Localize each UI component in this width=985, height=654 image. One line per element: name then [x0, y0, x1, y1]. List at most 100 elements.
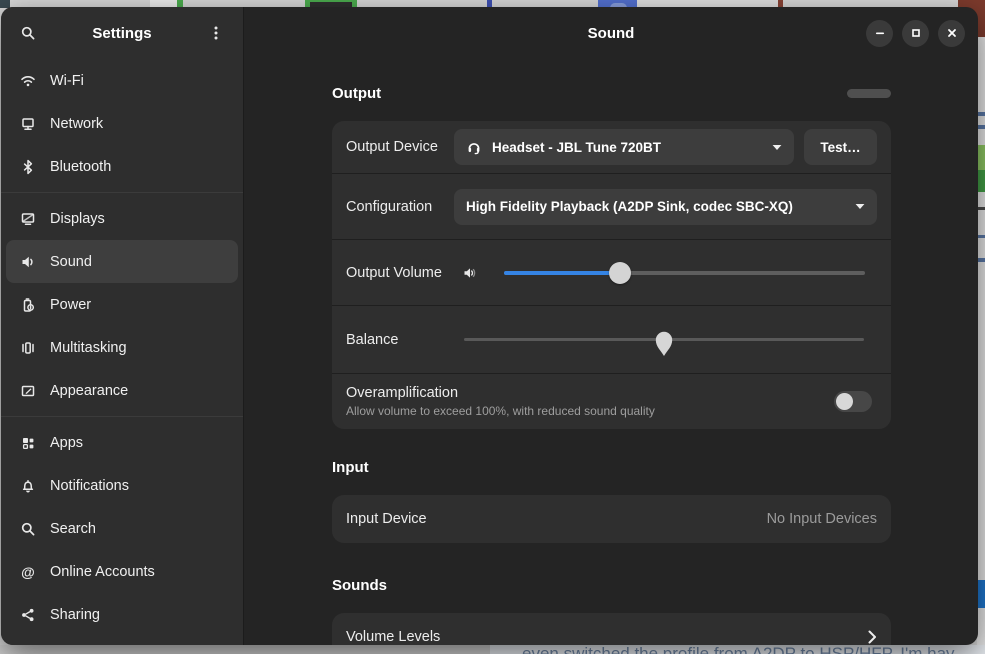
sidebar: Settings Wi-Fi Network Bluetooth	[1, 7, 244, 645]
bg-text-mark-3	[977, 207, 985, 210]
output-level-indicator	[847, 89, 891, 98]
sounds-heading: Sounds	[332, 577, 387, 594]
minimize-icon	[874, 27, 886, 39]
volume-slider-handle[interactable]	[609, 262, 631, 284]
sidebar-item-bluetooth[interactable]: Bluetooth	[6, 145, 238, 188]
bg-text-mark-5	[977, 258, 985, 262]
sidebar-item-displays[interactable]: Displays	[6, 197, 238, 240]
speaker-low-icon	[462, 265, 478, 281]
output-section: Output Output Device Headset - JBL Tune …	[332, 85, 891, 429]
overamplification-text: Overamplification Allow volume to exceed…	[346, 385, 655, 418]
volume-levels-row[interactable]: Volume Levels	[332, 613, 891, 645]
sidebar-item-label: Appearance	[50, 383, 128, 399]
sidebar-item-label: Online Accounts	[50, 564, 155, 580]
sidebar-item-apps[interactable]: Apps	[6, 421, 238, 464]
input-device-label: Input Device	[346, 511, 454, 527]
bg-lightgreen-block	[977, 145, 985, 170]
dropdown-caret-icon	[845, 203, 865, 210]
overamplification-title: Overamplification	[346, 385, 655, 401]
output-heading: Output	[332, 85, 381, 102]
bg-bottom-left-strip	[0, 645, 490, 654]
headset-icon	[466, 139, 482, 155]
close-button[interactable]	[938, 20, 965, 47]
input-section: Input Input Device No Input Devices	[332, 459, 891, 543]
sidebar-divider	[1, 192, 243, 193]
share-icon	[20, 607, 36, 623]
overamplification-subtitle: Allow volume to exceed 100%, with reduce…	[346, 404, 655, 418]
sidebar-item-label: Bluetooth	[50, 159, 111, 175]
output-device-value: Headset - JBL Tune 720BT	[492, 140, 661, 155]
search-button[interactable]	[11, 16, 45, 50]
output-volume-slider[interactable]	[504, 271, 865, 275]
balance-label: Balance	[346, 332, 454, 348]
sidebar-item-notifications[interactable]: Notifications	[6, 464, 238, 507]
overamplification-row: Overamplification Allow volume to exceed…	[332, 373, 891, 429]
sidebar-item-power[interactable]: Power	[6, 283, 238, 326]
maximize-button[interactable]	[902, 20, 929, 47]
test-speakers-button[interactable]: Test…	[804, 129, 877, 165]
output-device-dropdown[interactable]: Headset - JBL Tune 720BT	[454, 129, 794, 165]
sidebar-item-label: Apps	[50, 435, 83, 451]
overamplification-toggle[interactable]	[834, 391, 872, 412]
input-heading: Input	[332, 459, 369, 476]
settings-window: Settings Wi-Fi Network Bluetooth	[1, 7, 978, 645]
sound-panel: Sound Output	[244, 7, 978, 645]
output-section-header: Output	[332, 85, 891, 101]
bg-right-strip	[977, 0, 985, 654]
apps-icon	[20, 435, 36, 451]
sidebar-title: Settings	[45, 25, 199, 42]
sidebar-item-label: Network	[50, 116, 103, 132]
bg-text-mark-2	[977, 125, 985, 129]
configuration-value: High Fidelity Playback (A2DP Sink, codec…	[466, 199, 793, 214]
sidebar-item-network[interactable]: Network	[6, 102, 238, 145]
sounds-card: Volume Levels	[332, 613, 891, 645]
output-device-label: Output Device	[346, 139, 454, 155]
sounds-section: Sounds Volume Levels	[332, 577, 891, 645]
sidebar-item-online-accounts[interactable]: @ Online Accounts	[6, 550, 238, 593]
bg-green-block	[977, 170, 985, 192]
sidebar-item-label: Search	[50, 521, 96, 537]
toggle-knob	[836, 393, 853, 410]
scroll-area[interactable]: Output Output Device Headset - JBL Tune …	[244, 59, 978, 645]
bell-icon	[20, 478, 36, 494]
minimize-button[interactable]	[866, 20, 893, 47]
sidebar-item-multitasking[interactable]: Multitasking	[6, 326, 238, 369]
configuration-dropdown[interactable]: High Fidelity Playback (A2DP Sink, codec…	[454, 189, 877, 225]
sidebar-item-label: Wi-Fi	[50, 73, 84, 89]
input-device-value: No Input Devices	[767, 511, 877, 527]
sidebar-item-sound[interactable]: Sound	[6, 240, 238, 283]
volume-slider-fill	[504, 271, 620, 275]
bluetooth-icon	[20, 159, 36, 175]
configuration-label: Configuration	[346, 199, 454, 215]
multitasking-icon	[20, 340, 36, 356]
sounds-section-header: Sounds	[332, 577, 891, 593]
balance-slider-handle[interactable]	[654, 330, 674, 357]
sidebar-item-label: Notifications	[50, 478, 129, 494]
input-device-row: Input Device No Input Devices	[332, 495, 891, 543]
sidebar-item-label: Power	[50, 297, 91, 313]
output-volume-label: Output Volume	[346, 265, 454, 281]
input-card: Input Device No Input Devices	[332, 495, 891, 543]
sidebar-item-label: Sound	[50, 254, 92, 270]
sidebar-item-search[interactable]: Search	[6, 507, 238, 550]
sidebar-item-wifi[interactable]: Wi-Fi	[6, 59, 238, 102]
balance-slider[interactable]	[464, 338, 864, 341]
sidebar-headerbar: Settings	[1, 7, 243, 59]
window-controls	[866, 20, 978, 47]
sidebar-item-label: Displays	[50, 211, 105, 227]
menu-button[interactable]	[199, 16, 233, 50]
sidebar-divider	[1, 416, 243, 417]
appearance-icon	[20, 383, 36, 399]
kebab-menu-icon	[208, 25, 224, 41]
balance-row: Balance	[332, 305, 891, 373]
desktop-screen: even switched the profile from A2DP to H…	[0, 0, 985, 654]
sidebar-item-sharing[interactable]: Sharing	[6, 593, 238, 636]
search-icon	[20, 521, 36, 537]
dropdown-caret-icon	[762, 144, 782, 151]
search-icon	[20, 25, 36, 41]
content-headerbar: Sound	[244, 7, 978, 59]
sidebar-item-appearance[interactable]: Appearance	[6, 369, 238, 412]
bg-text-mark-1	[977, 112, 985, 116]
bg-text-mark-4	[977, 235, 985, 238]
online-accounts-icon: @	[20, 564, 36, 580]
